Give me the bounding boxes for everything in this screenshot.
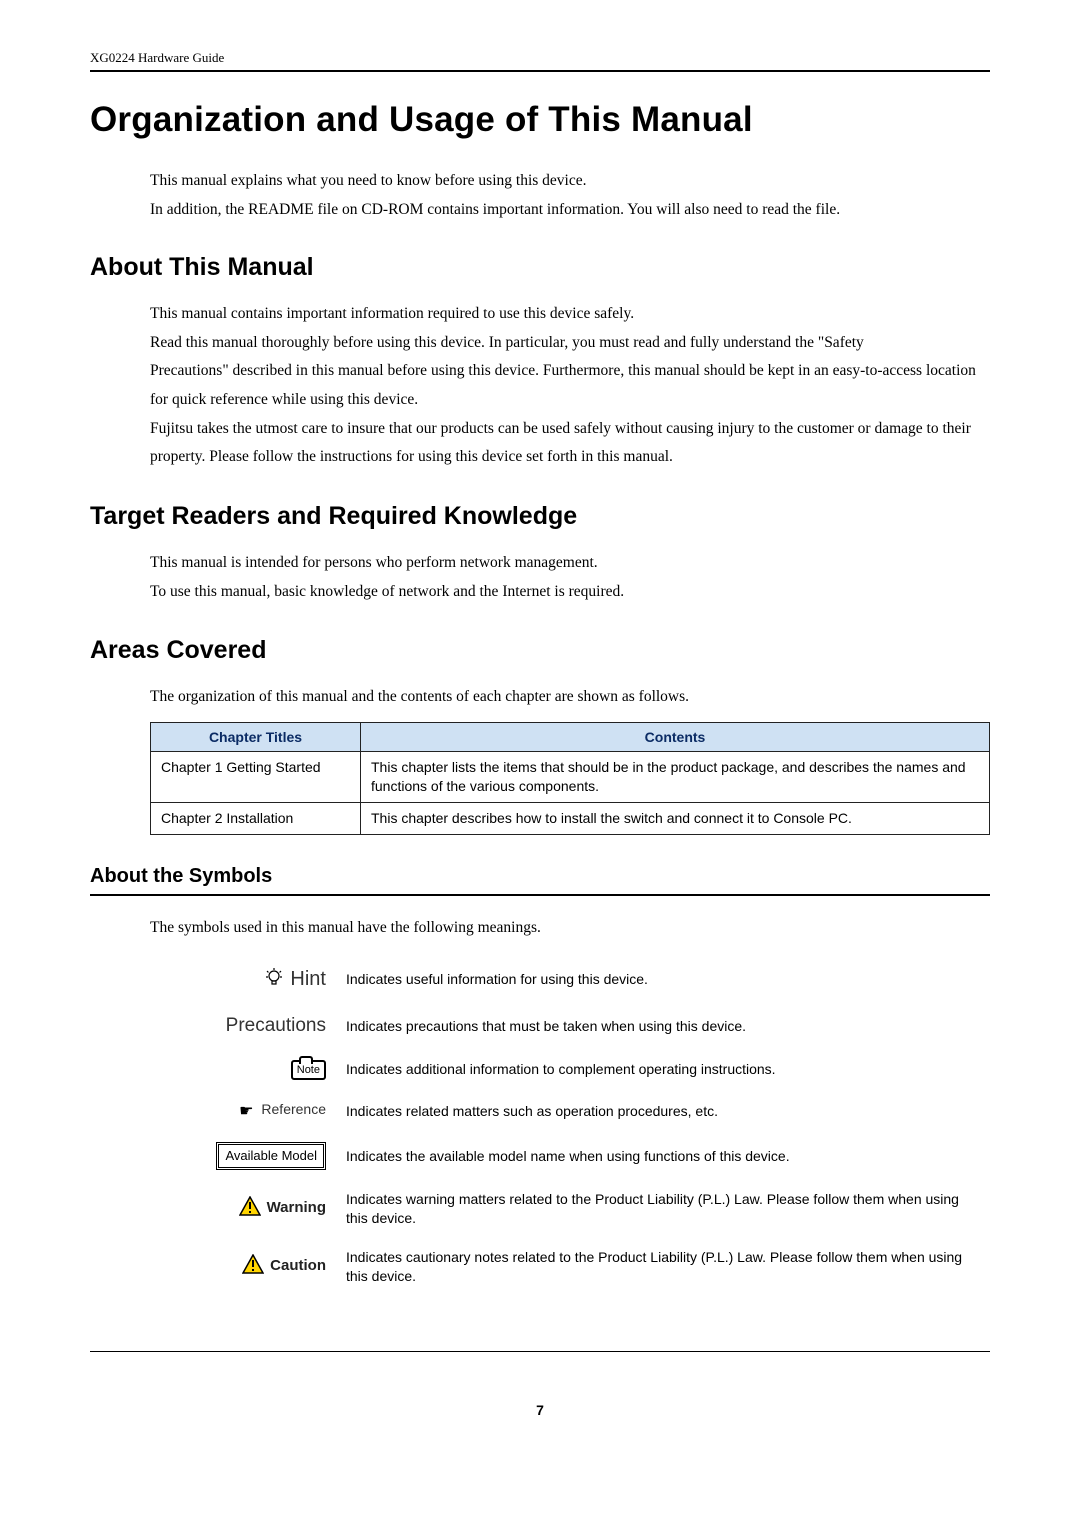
symbol-row-note: Note Indicates additional information to… <box>150 1049 990 1090</box>
note-icon: Note <box>291 1060 326 1080</box>
th-chapter-titles: Chapter Titles <box>151 722 361 751</box>
areas-table-wrap: Chapter Titles Contents Chapter 1 Gettin… <box>150 722 990 835</box>
about-p2: Read this manual thoroughly before using… <box>150 329 990 358</box>
section-target-body: This manual is intended for persons who … <box>150 549 990 606</box>
cell-chapter-title: Chapter 1 Getting Started <box>151 751 361 802</box>
symbol-icon-cell: Caution <box>150 1238 340 1296</box>
hint-label: Hint <box>290 968 326 990</box>
intro-line-2: In addition, the README file on CD-ROM c… <box>150 195 990 224</box>
th-contents: Contents <box>361 722 990 751</box>
symbol-desc: Indicates precautions that must be taken… <box>340 1003 990 1049</box>
cell-chapter-title: Chapter 2 Installation <box>151 802 361 834</box>
caution-label: Caution <box>270 1257 326 1274</box>
symbols-table: Hint Indicates useful information for us… <box>150 956 990 1295</box>
section-areas-intro: The organization of this manual and the … <box>150 683 990 712</box>
symbol-row-reference: ☛ Reference Indicates related matters su… <box>150 1090 990 1133</box>
about-p4: Fujitsu takes the utmost care to insure … <box>150 415 990 472</box>
warning-label: Warning <box>267 1199 326 1216</box>
section-symbols-intro: The symbols used in this manual have the… <box>150 914 990 943</box>
reference-label: Reference <box>261 1101 326 1117</box>
symbol-icon-cell: Available Model <box>150 1132 340 1180</box>
cell-chapter-desc: This chapter lists the items that should… <box>361 751 990 802</box>
lightbulb-icon <box>265 968 283 993</box>
page-root: XG0224 Hardware Guide Organization and U… <box>0 0 1080 1458</box>
symbol-row-caution: Caution Indicates cautionary notes relat… <box>150 1238 990 1296</box>
pointing-hand-icon: ☛ <box>239 1101 253 1123</box>
symbol-desc: Indicates the available model name when … <box>340 1132 990 1180</box>
about-p3: Precautions" described in this manual be… <box>150 357 990 414</box>
page-title: Organization and Usage of This Manual <box>90 100 990 140</box>
symbol-desc: Indicates related matters such as operat… <box>340 1090 990 1133</box>
page-number: 7 <box>90 1392 990 1418</box>
section-symbols-heading: About the Symbols <box>90 865 990 888</box>
symbol-icon-cell: Hint <box>150 956 340 1003</box>
table-row: Chapter 1 Getting Started This chapter l… <box>151 751 990 802</box>
target-p2: To use this manual, basic knowledge of n… <box>150 578 990 607</box>
symbol-desc: Indicates warning matters related to the… <box>340 1180 990 1238</box>
intro-block: This manual explains what you need to kn… <box>150 166 990 225</box>
symbol-desc: Indicates useful information for using t… <box>340 956 990 1003</box>
warning-triangle-icon <box>239 1196 261 1221</box>
symbol-icon-cell: Precautions <box>150 1003 340 1049</box>
symbols-rule <box>90 894 990 896</box>
symbols-table-wrap: Hint Indicates useful information for us… <box>150 956 990 1295</box>
available-model-icon: Available Model <box>216 1142 326 1170</box>
symbol-desc: Indicates cautionary notes related to th… <box>340 1238 990 1296</box>
section-target-heading: Target Readers and Required Knowledge <box>90 502 990 531</box>
symbol-icon-cell: Note <box>150 1049 340 1090</box>
areas-table: Chapter Titles Contents Chapter 1 Gettin… <box>150 722 990 835</box>
table-row: Chapter 2 Installation This chapter desc… <box>151 802 990 834</box>
symbols-p1: The symbols used in this manual have the… <box>150 914 990 943</box>
section-areas-heading: Areas Covered <box>90 636 990 665</box>
symbol-icon-cell: ☛ Reference <box>150 1090 340 1133</box>
header-rule <box>90 70 990 72</box>
symbol-desc: Indicates additional information to comp… <box>340 1049 990 1090</box>
symbol-row-available-model: Available Model Indicates the available … <box>150 1132 990 1180</box>
running-head: XG0224 Hardware Guide <box>90 50 990 66</box>
symbol-row-hint: Hint Indicates useful information for us… <box>150 956 990 1003</box>
caution-triangle-icon <box>242 1254 264 1279</box>
areas-p1: The organization of this manual and the … <box>150 683 990 712</box>
table-header-row: Chapter Titles Contents <box>151 722 990 751</box>
section-about-body: This manual contains important informati… <box>150 300 990 472</box>
footer-rule <box>90 1351 990 1352</box>
target-p1: This manual is intended for persons who … <box>150 549 990 578</box>
section-about-heading: About This Manual <box>90 253 990 282</box>
symbol-row-precautions: Precautions Indicates precautions that m… <box>150 1003 990 1049</box>
about-p1: This manual contains important informati… <box>150 300 990 329</box>
cell-chapter-desc: This chapter describes how to install th… <box>361 802 990 834</box>
precautions-label: Precautions <box>226 1015 326 1036</box>
symbol-row-warning: Warning Indicates warning matters relate… <box>150 1180 990 1238</box>
intro-line-1: This manual explains what you need to kn… <box>150 166 990 195</box>
symbol-icon-cell: Warning <box>150 1180 340 1238</box>
